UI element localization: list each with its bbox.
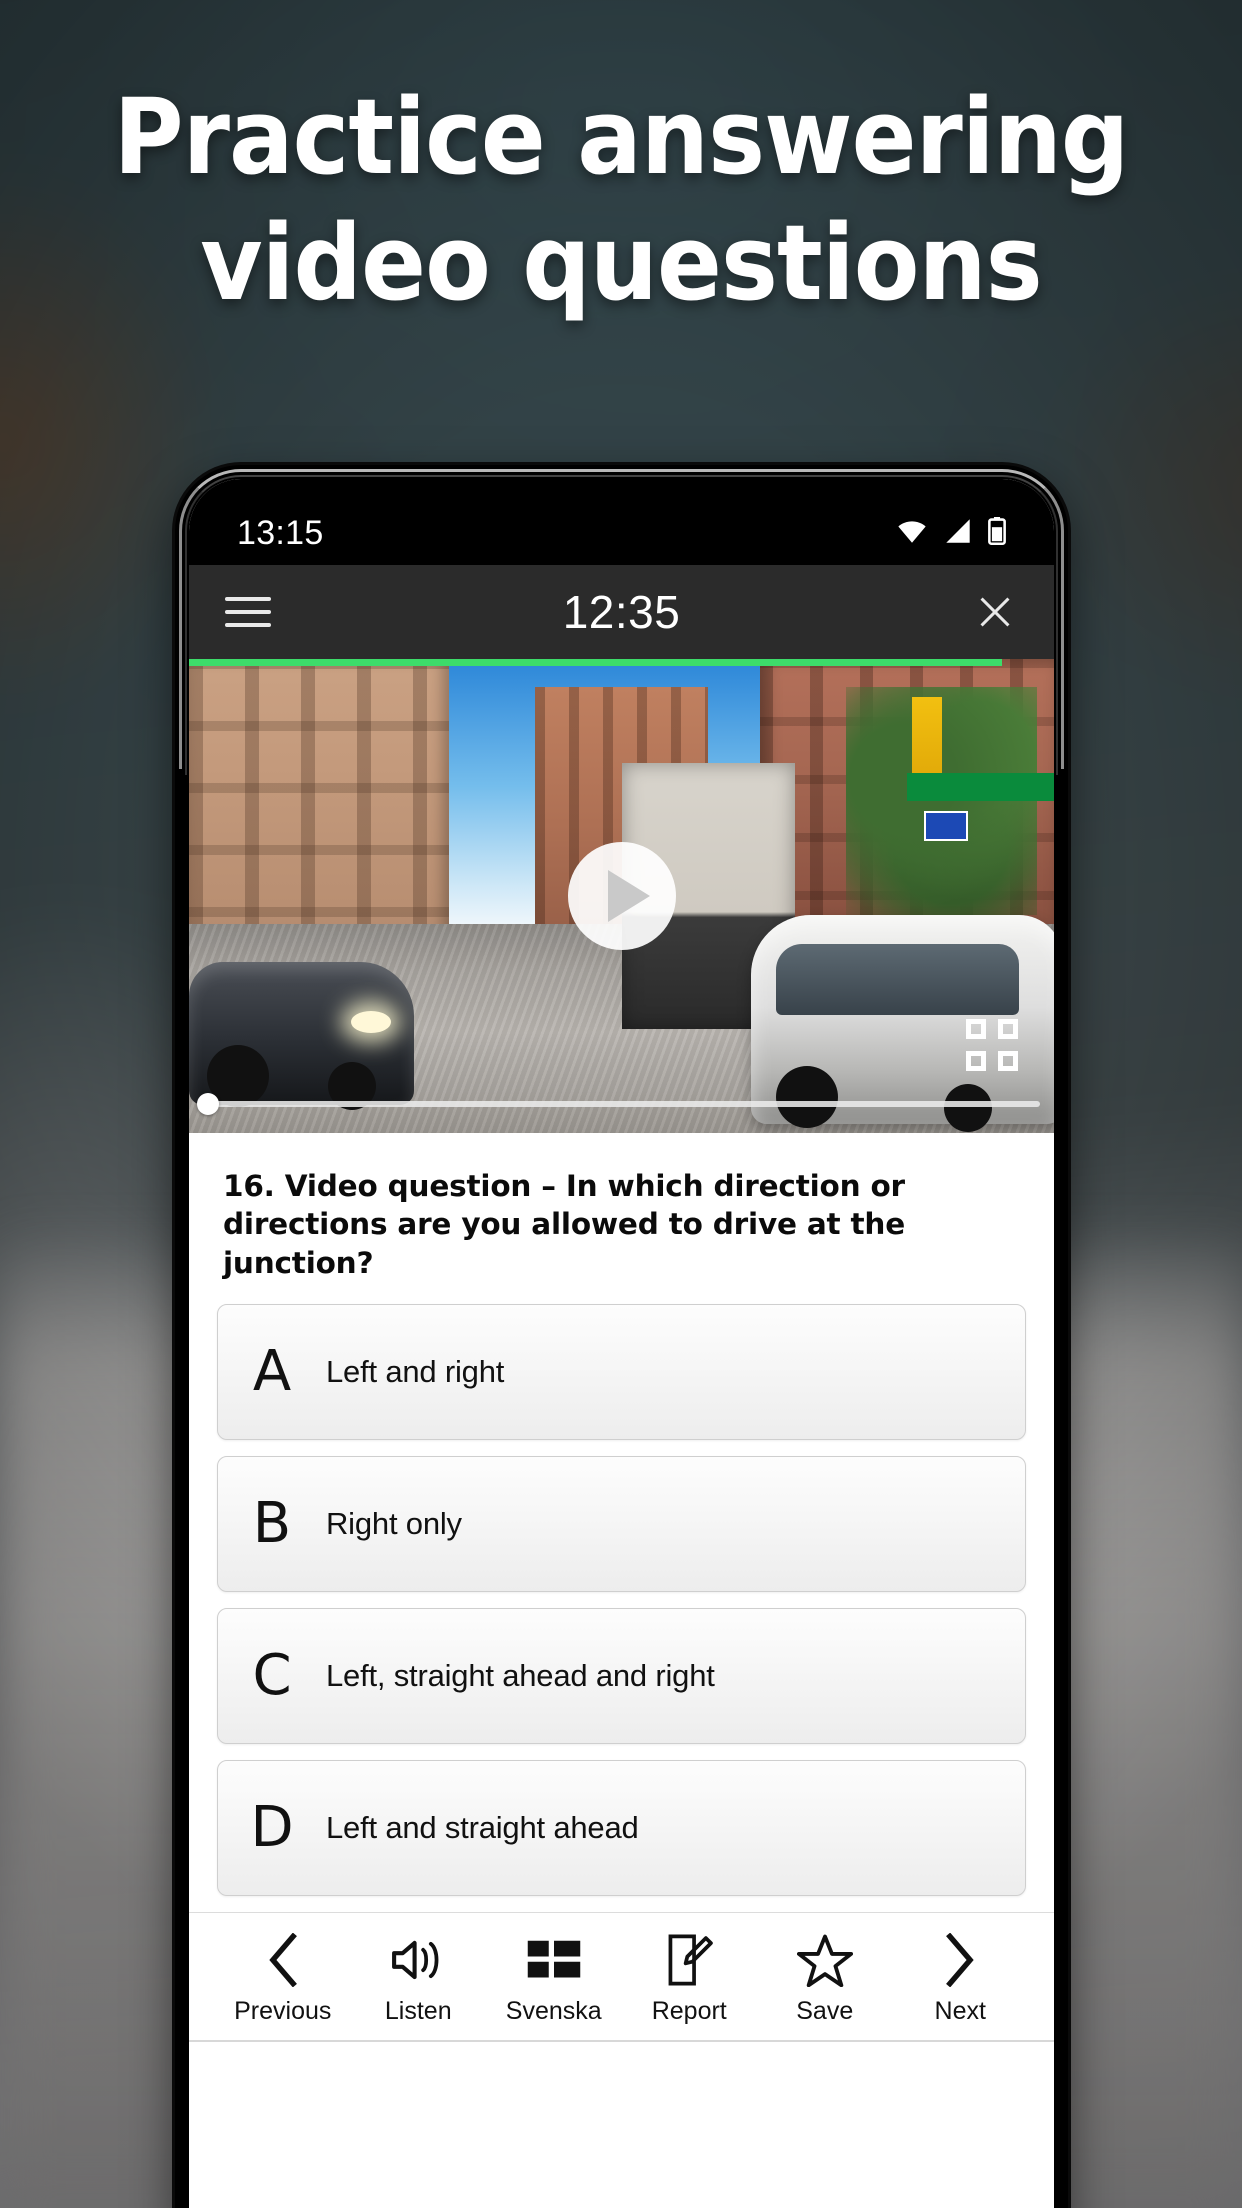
video-seek-track <box>203 1101 1040 1107</box>
app-toolbar: 12:35 <box>189 565 1054 659</box>
nav-label: Previous <box>234 1997 332 2026</box>
option-letter: D <box>250 1795 294 1861</box>
cellular-signal-icon <box>943 518 973 549</box>
option-label: Left, straight ahead and right <box>326 1658 715 1694</box>
video-player[interactable] <box>189 659 1054 1133</box>
battery-icon <box>988 516 1006 550</box>
speaker-volume-icon <box>389 1929 447 1991</box>
bottom-navigation-bar: Previous Listen Svenska Report Save Next <box>189 1912 1054 2026</box>
status-bar-clock: 13:15 <box>237 513 324 552</box>
video-top-progress-bar <box>189 659 1003 666</box>
close-icon[interactable] <box>972 589 1018 635</box>
android-status-bar: 13:15 <box>189 479 1054 565</box>
bottom-empty-space <box>189 2042 1054 2193</box>
nav-next-button[interactable]: Next <box>893 1929 1029 2026</box>
scene-green-sign <box>906 772 1054 801</box>
answer-option-a[interactable]: A Left and right <box>217 1304 1026 1441</box>
scene-blue-sign <box>923 810 968 841</box>
phone-body: 13:15 12:35 16. Video question – In whic… <box>175 465 1068 2208</box>
wifi-icon <box>896 518 928 549</box>
nav-listen-button[interactable]: Listen <box>351 1929 487 2026</box>
option-label: Left and right <box>326 1354 505 1390</box>
promo-headline: Practice answering video questions <box>50 85 1193 315</box>
option-letter: A <box>252 1339 292 1405</box>
phone-mockup: 13:15 12:35 16. Video question – In whic… <box>175 465 1068 2208</box>
option-letter: B <box>252 1491 292 1557</box>
nav-report-button[interactable]: Report <box>622 1929 758 2026</box>
play-icon[interactable] <box>567 842 676 950</box>
question-text: 16. Video question – In which direction … <box>223 1169 906 1280</box>
headline-line-2: video questions <box>200 202 1043 324</box>
answer-option-d[interactable]: D Left and straight ahead <box>217 1760 1026 1897</box>
quiz-timer: 12:35 <box>562 586 681 638</box>
star-outline-icon <box>796 1929 853 1991</box>
nav-label: Svenska <box>505 1997 602 2026</box>
video-seek-thumb[interactable] <box>197 1093 219 1115</box>
option-label: Left and straight ahead <box>326 1810 639 1846</box>
answer-options-list: A Left and right B Right only C Left, st… <box>189 1304 1054 1897</box>
answer-option-b[interactable]: B Right only <box>217 1456 1026 1593</box>
hamburger-menu-icon[interactable] <box>225 597 271 627</box>
video-seek-bar[interactable] <box>189 1093 1054 1115</box>
chevron-left-icon <box>266 1929 300 1991</box>
grid-squares-icon <box>526 1929 582 1991</box>
edit-note-icon <box>665 1929 714 1991</box>
phone-screen: 13:15 12:35 16. Video question – In whic… <box>189 479 1054 2208</box>
status-bar-icons <box>896 516 1006 550</box>
headline-line-1: Practice answering <box>113 76 1130 198</box>
nav-language-button[interactable]: Svenska <box>486 1929 622 2026</box>
nav-label: Listen <box>384 1997 452 2026</box>
option-label: Right only <box>326 1506 462 1542</box>
nav-save-button[interactable]: Save <box>757 1929 893 2026</box>
fullscreen-expand-icon[interactable] <box>966 1019 1018 1071</box>
scene-car-left <box>189 962 414 1111</box>
chevron-right-icon <box>943 1929 977 1991</box>
nav-label: Report <box>651 1997 727 2026</box>
option-letter: C <box>252 1643 292 1709</box>
nav-label: Next <box>934 1997 986 2026</box>
nav-previous-button[interactable]: Previous <box>215 1929 351 2026</box>
scene-yellow-sign <box>911 696 942 783</box>
nav-label: Save <box>796 1997 854 2026</box>
answer-option-c[interactable]: C Left, straight ahead and right <box>217 1608 1026 1745</box>
